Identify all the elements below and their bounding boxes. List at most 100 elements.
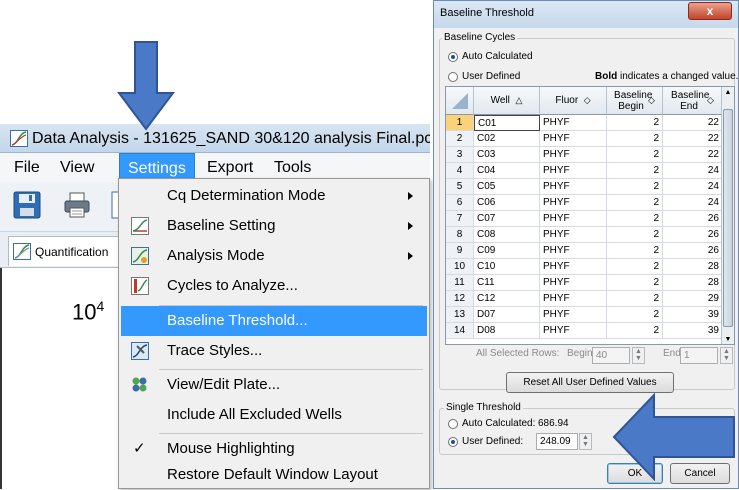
row-number[interactable]: 14: [446, 323, 474, 339]
cell-well[interactable]: C06: [474, 195, 540, 211]
cell-well[interactable]: C09: [474, 243, 540, 259]
cell-baseline-end[interactable]: 26: [663, 211, 723, 227]
cell-baseline-begin[interactable]: 2: [607, 115, 663, 131]
cell-baseline-begin[interactable]: 2: [607, 259, 663, 275]
cell-baseline-begin[interactable]: 2: [607, 147, 663, 163]
column-header-well[interactable]: Well △: [474, 87, 540, 115]
table-row[interactable]: 5 C05 PHYF 2 24: [446, 179, 734, 195]
table-row[interactable]: 9 C09 PHYF 2 26: [446, 243, 734, 259]
cell-baseline-begin[interactable]: 2: [607, 211, 663, 227]
row-number[interactable]: 12: [446, 291, 474, 307]
cell-baseline-end[interactable]: 26: [663, 227, 723, 243]
cell-baseline-end[interactable]: 39: [663, 323, 723, 339]
cell-well[interactable]: C01: [474, 115, 540, 131]
cell-well[interactable]: C10: [474, 259, 540, 275]
cell-baseline-end[interactable]: 26: [663, 243, 723, 259]
cell-baseline-begin[interactable]: 2: [607, 275, 663, 291]
cell-baseline-end[interactable]: 24: [663, 163, 723, 179]
cell-baseline-end[interactable]: 39: [663, 307, 723, 323]
row-number[interactable]: 1: [446, 115, 474, 131]
row-number[interactable]: 4: [446, 163, 474, 179]
table-row[interactable]: 12 C12 PHYF 2 29: [446, 291, 734, 307]
menu-baseline-threshold[interactable]: Baseline Threshold...: [121, 306, 427, 336]
menu-file[interactable]: File: [6, 153, 48, 182]
cell-well[interactable]: C05: [474, 179, 540, 195]
threshold-auto-calculated-radio[interactable]: [448, 419, 458, 429]
table-row[interactable]: 6 C06 PHYF 2 24: [446, 195, 734, 211]
cell-well[interactable]: D07: [474, 307, 540, 323]
cell-well[interactable]: C12: [474, 291, 540, 307]
cell-fluor[interactable]: PHYF: [540, 259, 607, 275]
cell-well[interactable]: C08: [474, 227, 540, 243]
cell-well[interactable]: D08: [474, 323, 540, 339]
cell-fluor[interactable]: PHYF: [540, 147, 607, 163]
cell-fluor[interactable]: PHYF: [540, 291, 607, 307]
cell-well[interactable]: C07: [474, 211, 540, 227]
row-number[interactable]: 6: [446, 195, 474, 211]
table-row[interactable]: 2 C02 PHYF 2 22: [446, 131, 734, 147]
cell-baseline-begin[interactable]: 2: [607, 195, 663, 211]
threshold-user-defined-input[interactable]: 248.09: [536, 433, 578, 450]
menu-restore-default-window-layout[interactable]: Restore Default Window Layout: [121, 460, 427, 490]
end-input[interactable]: 1: [680, 347, 718, 364]
cell-baseline-begin[interactable]: 2: [607, 227, 663, 243]
table-row[interactable]: 1 C01 PHYF 2 22: [446, 115, 734, 131]
user-defined-radio[interactable]: [448, 72, 458, 82]
column-header-baseline-begin[interactable]: Baseline Begin ◇: [607, 87, 663, 115]
cell-fluor[interactable]: PHYF: [540, 211, 607, 227]
cell-fluor[interactable]: PHYF: [540, 179, 607, 195]
auto-calculated-radio[interactable]: [448, 52, 458, 62]
grid-vertical-scrollbar[interactable]: ▲ ▼: [721, 87, 734, 344]
cell-well[interactable]: C02: [474, 131, 540, 147]
cell-fluor[interactable]: PHYF: [540, 275, 607, 291]
row-number[interactable]: 2: [446, 131, 474, 147]
scroll-down-icon[interactable]: ▼: [723, 335, 733, 344]
column-header-fluor[interactable]: Fluor ◇: [540, 87, 607, 115]
cell-fluor[interactable]: PHYF: [540, 323, 607, 339]
cell-baseline-begin[interactable]: 2: [607, 179, 663, 195]
row-number[interactable]: 9: [446, 243, 474, 259]
table-row[interactable]: 14 D08 PHYF 2 39: [446, 323, 734, 339]
menu-analysis-mode[interactable]: Analysis Mode: [121, 241, 427, 271]
column-header-baseline-end[interactable]: Baseline End ◇: [663, 87, 723, 115]
cell-baseline-end[interactable]: 24: [663, 195, 723, 211]
menu-trace-styles[interactable]: Trace Styles...: [121, 336, 427, 366]
row-number[interactable]: 10: [446, 259, 474, 275]
row-number[interactable]: 5: [446, 179, 474, 195]
cell-baseline-end[interactable]: 22: [663, 115, 723, 131]
cell-fluor[interactable]: PHYF: [540, 195, 607, 211]
menu-baseline-setting[interactable]: Baseline Setting: [121, 211, 427, 241]
table-row[interactable]: 4 C04 PHYF 2 24: [446, 163, 734, 179]
row-number[interactable]: 8: [446, 227, 474, 243]
table-row[interactable]: 13 D07 PHYF 2 39: [446, 307, 734, 323]
cell-baseline-begin[interactable]: 2: [607, 243, 663, 259]
cell-baseline-begin[interactable]: 2: [607, 163, 663, 179]
cell-well[interactable]: C04: [474, 163, 540, 179]
table-row[interactable]: 11 C11 PHYF 2 28: [446, 275, 734, 291]
cell-fluor[interactable]: PHYF: [540, 115, 607, 131]
close-button[interactable]: x: [688, 2, 732, 20]
end-spinner[interactable]: ▲ ▼: [720, 347, 733, 364]
print-icon[interactable]: [62, 190, 92, 220]
cell-baseline-end[interactable]: 28: [663, 259, 723, 275]
menu-view-edit-plate[interactable]: View/Edit Plate...: [121, 370, 427, 400]
threshold-user-defined-radio[interactable]: [448, 437, 458, 447]
threshold-spinner[interactable]: ▲ ▼: [579, 433, 592, 450]
row-number[interactable]: 7: [446, 211, 474, 227]
cell-fluor[interactable]: PHYF: [540, 227, 607, 243]
cell-baseline-end[interactable]: 28: [663, 275, 723, 291]
menu-cq-determination-mode[interactable]: Cq Determination Mode: [121, 181, 427, 211]
table-row[interactable]: 7 C07 PHYF 2 26: [446, 211, 734, 227]
cell-baseline-begin[interactable]: 2: [607, 291, 663, 307]
cell-fluor[interactable]: PHYF: [540, 131, 607, 147]
menu-view[interactable]: View: [52, 153, 102, 182]
select-all-corner-icon[interactable]: [451, 92, 469, 110]
menu-cycles-to-analyze[interactable]: Cycles to Analyze...: [121, 271, 427, 301]
table-row[interactable]: 10 C10 PHYF 2 28: [446, 259, 734, 275]
cell-fluor[interactable]: PHYF: [540, 163, 607, 179]
scroll-up-icon[interactable]: ▲: [723, 88, 733, 98]
row-number[interactable]: 11: [446, 275, 474, 291]
cell-baseline-end[interactable]: 29: [663, 291, 723, 307]
cell-fluor[interactable]: PHYF: [540, 307, 607, 323]
menu-include-all-excluded-wells[interactable]: Include All Excluded Wells: [121, 400, 427, 430]
